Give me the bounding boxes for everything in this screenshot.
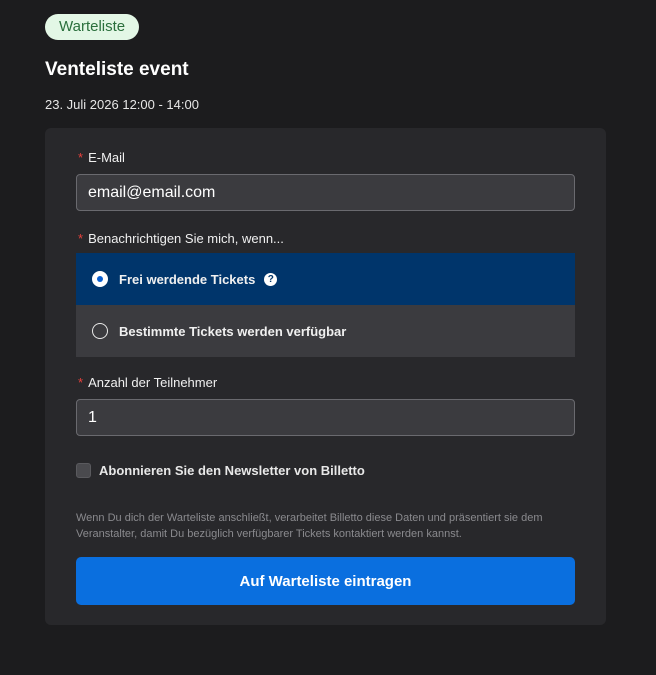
- radio-button-checked[interactable]: [92, 271, 108, 287]
- notify-label-text: Benachrichtigen Sie mich, wenn...: [88, 231, 284, 246]
- join-waitlist-button[interactable]: Auf Warteliste eintragen: [76, 557, 575, 605]
- waitlist-page: Warteliste Venteliste event 23. Juli 202…: [0, 0, 656, 675]
- participants-input[interactable]: [76, 399, 575, 436]
- radio-button-unchecked[interactable]: [92, 323, 108, 339]
- newsletter-checkbox[interactable]: [76, 463, 91, 478]
- newsletter-label: Abonnieren Sie den Newsletter von Billet…: [99, 463, 365, 478]
- participants-label-text: Anzahl der Teilnehmer: [88, 375, 218, 390]
- newsletter-row[interactable]: Abonnieren Sie den Newsletter von Billet…: [76, 463, 365, 478]
- event-title: Venteliste event: [45, 59, 189, 80]
- radio-label: Frei werdende Tickets: [119, 271, 256, 287]
- radio-label: Bestimmte Tickets werden verfügbar: [119, 323, 347, 339]
- question-circle-icon[interactable]: ?: [264, 272, 278, 286]
- email-label: * E-Mail: [78, 150, 125, 165]
- required-marker: *: [78, 375, 84, 390]
- participants-label: * Anzahl der Teilnehmer: [78, 375, 217, 390]
- radio-option-specific-tickets[interactable]: Bestimmte Tickets werden verfügbar: [76, 305, 575, 357]
- email-label-text: E-Mail: [88, 150, 125, 165]
- waitlist-badge: Warteliste: [45, 14, 140, 40]
- privacy-disclaimer: Wenn Du dich der Warteliste anschließt, …: [76, 512, 543, 540]
- required-marker: *: [78, 150, 84, 165]
- radio-option-free-tickets[interactable]: Frei werdende Tickets ?: [76, 253, 575, 305]
- required-marker: *: [78, 231, 84, 246]
- notify-label: * Benachrichtigen Sie mich, wenn...: [78, 231, 284, 246]
- email-input[interactable]: [76, 174, 575, 211]
- event-date: 23. Juli 2026 12:00 - 14:00: [45, 97, 199, 112]
